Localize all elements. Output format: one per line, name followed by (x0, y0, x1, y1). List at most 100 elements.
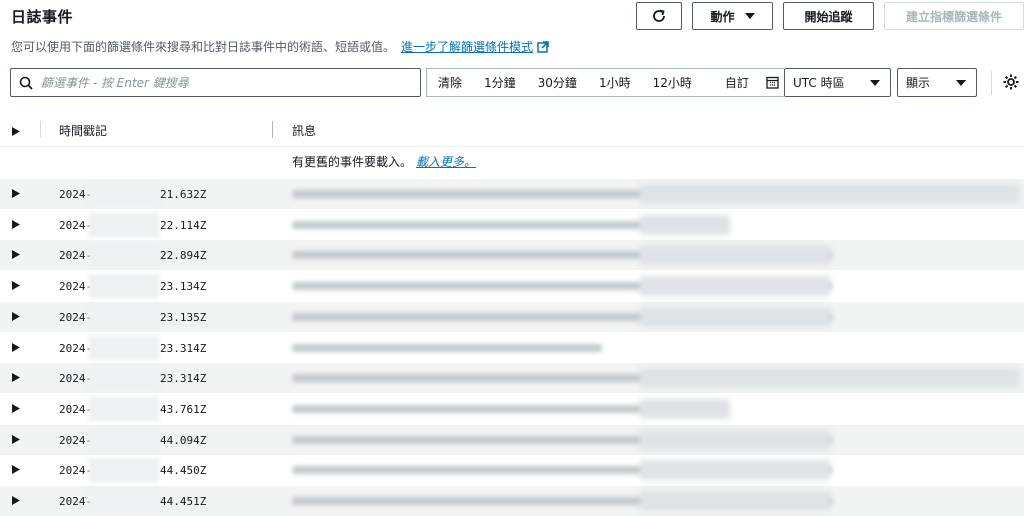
redacted-timestamp (89, 304, 159, 329)
range-custom-label: 自訂 (724, 76, 749, 90)
refresh-icon (653, 9, 665, 22)
expand-row-icon[interactable] (12, 219, 20, 229)
timestamp-prefix: 2024- (59, 341, 93, 355)
redacted-timestamp (89, 427, 159, 452)
table-row[interactable]: 2024- 44.450Z (0, 455, 1024, 485)
table-row[interactable]: 2024- 44.094Z (0, 424, 1024, 455)
expand-row-icon[interactable] (12, 434, 20, 444)
table-row[interactable]: 2024- 22.894Z (0, 240, 1024, 271)
column-divider (40, 121, 41, 138)
timestamp-suffix: 44.094Z (160, 433, 207, 447)
timezone-select[interactable]: UTC 時區 (784, 68, 891, 97)
column-header-message[interactable]: 訊息 (292, 122, 316, 139)
redacted-message-tail (640, 214, 730, 235)
redacted-message-tail (640, 460, 830, 481)
redacted-message-tail (640, 245, 830, 266)
expand-all-icon[interactable] (12, 127, 20, 136)
timestamp-suffix: 22.894Z (160, 249, 207, 263)
table-row[interactable]: 2024- 23.135Z (0, 301, 1024, 332)
expand-row-icon[interactable] (12, 250, 20, 260)
timestamp-suffix: 44.450Z (160, 464, 207, 478)
chevron-down-icon (744, 13, 755, 19)
timestamp-prefix: 2024- (59, 433, 93, 447)
chevron-down-icon (870, 80, 880, 86)
timestamp-suffix: 22.114Z (160, 218, 207, 232)
column-resize-handle[interactable] (272, 121, 273, 138)
expand-row-icon[interactable] (12, 311, 20, 321)
start-tailing-button[interactable]: 開始追蹤 (783, 2, 874, 30)
expand-row-icon[interactable] (12, 496, 20, 505)
expand-row-icon[interactable] (12, 465, 20, 475)
timestamp-prefix: 2024- (59, 372, 93, 386)
range-1m[interactable]: 1分鐘 (473, 74, 527, 91)
timestamp-prefix: 2024- (59, 310, 93, 324)
page-description: 您可以使用下面的篩選條件來搜尋和比對日誌事件中的術語、短語或值。 進一步了解篩選條… (11, 38, 549, 55)
timezone-value: UTC 時區 (793, 76, 845, 90)
timestamp-prefix: 2024- (59, 402, 93, 416)
redacted-message-tail (640, 429, 830, 450)
timestamp-prefix: 2024- (59, 280, 93, 294)
search-icon (19, 76, 33, 90)
page-title: 日誌事件 (11, 8, 74, 26)
timestamp-prefix: 2024- (59, 218, 93, 232)
description-text: 您可以使用下面的篩選條件來搜尋和比對日誌事件中的術語、短語或值。 (11, 40, 396, 54)
timestamp-prefix: 2024- (59, 188, 93, 201)
table-row[interactable]: 2024- 23.134Z (0, 271, 1024, 301)
load-more-text: 有更舊的事件要載入。 (292, 155, 413, 169)
actions-dropdown[interactable]: 動作 (692, 2, 773, 30)
actions-label: 動作 (710, 9, 735, 24)
table-header: 時間戳記 訊息 (0, 114, 1024, 147)
column-header-timestamp[interactable]: 時間戳記 (59, 122, 107, 139)
redacted-message-tail (640, 306, 830, 327)
redacted-timestamp (89, 212, 159, 237)
range-custom[interactable]: 自訂 (703, 74, 790, 91)
redacted-timestamp (89, 489, 159, 513)
range-clear[interactable]: 清除 (427, 74, 473, 91)
display-select[interactable]: 顯示 (897, 68, 977, 97)
timestamp-prefix: 2024- (59, 249, 93, 263)
search-input[interactable] (41, 75, 401, 90)
redacted-message-tail (640, 368, 1020, 389)
redacted-message-tail (640, 398, 730, 419)
range-1h[interactable]: 1小時 (588, 74, 642, 91)
timestamp-prefix: 2024- (59, 495, 93, 508)
refresh-button[interactable] (636, 2, 682, 30)
divider (991, 71, 992, 95)
range-30m[interactable]: 30分鐘 (527, 74, 588, 91)
create-metric-filter-button[interactable]: 建立指標篩選條件 (884, 2, 1024, 30)
expand-row-icon[interactable] (12, 403, 20, 413)
redacted-timestamp (89, 396, 159, 421)
load-more-link[interactable]: 載入更多。 (416, 155, 476, 169)
timestamp-suffix: 23.135Z (160, 310, 207, 324)
table-row[interactable]: 2024- 44.451Z (0, 486, 1024, 516)
expand-row-icon[interactable] (12, 342, 20, 352)
redacted-timestamp (89, 335, 159, 360)
redacted-message (292, 343, 602, 352)
table-row[interactable]: 2024- 23.314Z (0, 363, 1024, 394)
redacted-timestamp (89, 182, 159, 206)
timestamp-suffix: 23.134Z (160, 280, 207, 294)
timestamp-suffix: 23.314Z (160, 372, 207, 386)
table-row[interactable]: 2024- 22.114Z (0, 210, 1024, 240)
range-12h[interactable]: 12小時 (642, 74, 703, 91)
table-row[interactable]: 2024- 21.632Z (0, 179, 1024, 209)
learn-more-label: 進一步了解篩選條件模式 (401, 40, 534, 54)
redacted-timestamp (89, 243, 159, 268)
expand-row-icon[interactable] (12, 281, 20, 291)
table-row[interactable]: 2024- 23.314Z (0, 333, 1024, 363)
table-row[interactable]: 2024- 43.761Z (0, 394, 1024, 424)
redacted-timestamp (89, 458, 159, 483)
external-link-icon (537, 41, 549, 53)
expand-row-icon[interactable] (12, 189, 20, 198)
expand-row-icon[interactable] (12, 373, 20, 383)
redacted-message-tail (640, 276, 830, 297)
timestamp-prefix: 2024- (59, 464, 93, 478)
search-box[interactable] (10, 68, 421, 97)
display-label: 顯示 (906, 76, 931, 90)
timestamp-suffix: 44.451Z (160, 495, 207, 508)
gear-icon[interactable] (1002, 73, 1020, 91)
time-range-selector: 清除 1分鐘 30分鐘 1小時 12小時 自訂 (426, 68, 784, 97)
learn-more-link[interactable]: 進一步了解篩選條件模式 (401, 40, 549, 54)
timestamp-suffix: 21.632Z (160, 188, 207, 201)
timestamp-suffix: 23.314Z (160, 341, 207, 355)
